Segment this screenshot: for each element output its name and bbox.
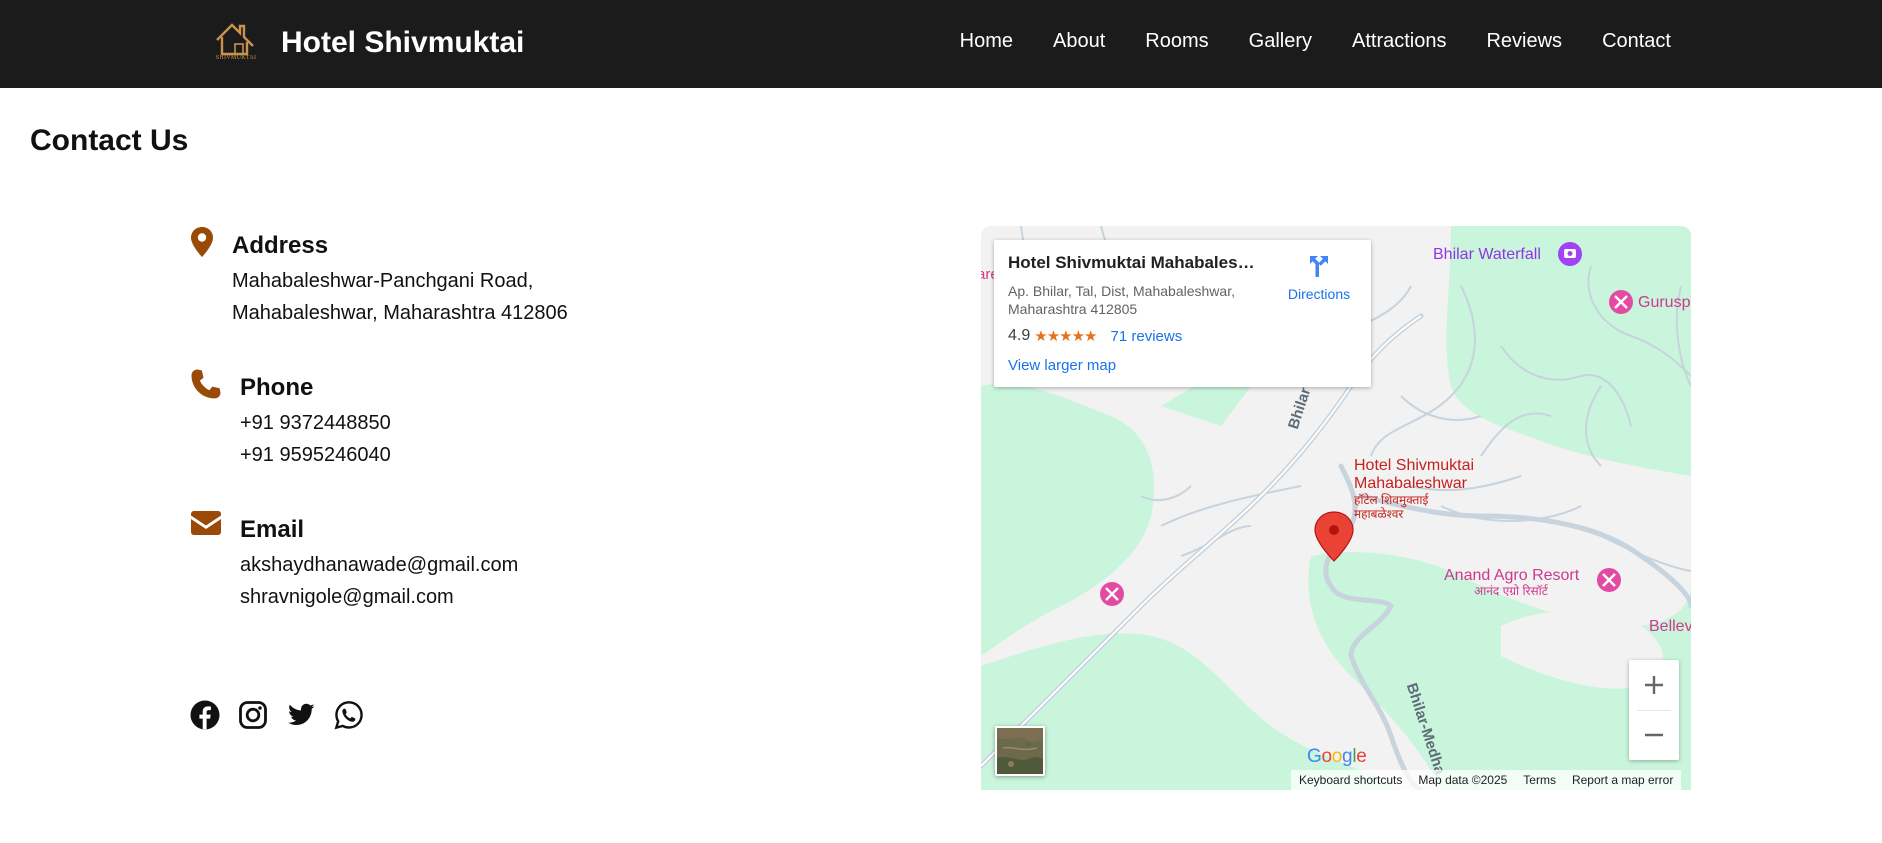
map-label-anand[interactable]: Anand Agro Resort आनंद एग्रो रिसॉर्ट (1444, 567, 1579, 598)
rating-stars: ★★★★★ (1034, 328, 1097, 345)
hotel-label-mr: हॉटेल शिवमुक्ताई (1354, 493, 1429, 507)
hotel-label-en: Hotel Shivmuktai (1354, 457, 1475, 474)
zoom-control (1629, 660, 1679, 760)
view-larger-map-link[interactable]: View larger map (1008, 357, 1116, 374)
address-title: Address (232, 232, 329, 259)
zoom-in-button[interactable] (1629, 660, 1679, 710)
nav-about[interactable]: About (1053, 30, 1105, 53)
terms-link[interactable]: Terms (1523, 773, 1556, 787)
google-map[interactable]: Bhilar Waterfall Gurusp are Bhilar Rd Bh… (981, 226, 1691, 790)
rating-value: 4.9 (1008, 327, 1031, 344)
nav-rooms[interactable]: Rooms (1145, 30, 1208, 53)
satellite-thumbnail-icon (997, 728, 1043, 774)
map-label-waterfall[interactable]: Bhilar Waterfall (1433, 246, 1541, 264)
anand-label-mr: आनंद एग्रो रिसॉर्ट (1474, 584, 1548, 598)
satellite-toggle[interactable] (995, 726, 1045, 776)
page-title: Contact Us (30, 124, 189, 157)
phone-number[interactable]: +91 9372448850 (240, 412, 391, 435)
anand-label-en: Anand Agro Resort (1444, 567, 1580, 584)
whatsapp-icon[interactable] (334, 700, 364, 730)
report-error-link[interactable]: Report a map error (1572, 773, 1673, 787)
keyboard-shortcuts-link[interactable]: Keyboard shortcuts (1299, 773, 1402, 787)
map-label-bellev[interactable]: Bellev (1649, 618, 1691, 636)
address-line: Mahabaleshwar-Panchgani Road, (232, 270, 534, 292)
zoom-out-button[interactable] (1629, 710, 1679, 760)
nav-contact[interactable]: Contact (1602, 30, 1671, 53)
directions-icon (1310, 256, 1328, 277)
place-rating: 4.9 ★★★★★ 71 reviews (1008, 327, 1182, 345)
brand[interactable]: SHIVMUKTAI Hotel Shivmuktai (213, 20, 524, 66)
email-address[interactable]: shravnigole@gmail.com (240, 586, 454, 609)
directions-button[interactable]: Directions (1279, 253, 1359, 302)
hotel-label-en: Mahabaleshwar (1354, 475, 1467, 492)
gurusp-poi-icon[interactable] (1609, 290, 1633, 314)
main-nav: Home About Rooms Gallery Attractions Rev… (960, 30, 1671, 53)
reviews-link[interactable]: 71 reviews (1111, 328, 1183, 345)
directions-label: Directions (1287, 286, 1351, 302)
phone-title: Phone (240, 374, 314, 401)
social-links (190, 700, 364, 730)
map-attribution: Keyboard shortcuts Map data ©2025 Terms … (1291, 770, 1682, 790)
map-data-text: Map data ©2025 (1418, 773, 1508, 787)
hotel-label-mr: महाबळेश्वर (1354, 507, 1404, 521)
map-label-hotel[interactable]: Hotel Shivmuktai Mahabaleshwar हॉटेल शिव… (1354, 457, 1474, 521)
brand-name: Hotel Shivmuktai (281, 26, 525, 59)
address-line: Mahabaleshwar, Maharashtra 412806 (232, 302, 568, 324)
hotel-logo: SHIVMUKTAI (213, 20, 259, 66)
instagram-icon[interactable] (238, 700, 268, 730)
envelope-icon (191, 511, 221, 535)
email-title: Email (240, 516, 305, 543)
place-name: Hotel Shivmuktai Mahabalesh... (1008, 253, 1258, 272)
plus-icon (1645, 676, 1663, 694)
site-header: SHIVMUKTAI Hotel Shivmuktai Home About R… (0, 0, 1882, 88)
logo-text: SHIVMUKTAI (215, 55, 257, 61)
waterfall-poi-icon[interactable] (1558, 242, 1582, 266)
place-address: Ap. Bhilar, Tal, Dist, Mahabaleshwar, Ma… (1008, 283, 1235, 317)
google-logo: Google (1307, 746, 1367, 767)
nav-reviews[interactable]: Reviews (1486, 30, 1562, 53)
map-label-gurusp[interactable]: Gurusp (1638, 294, 1690, 312)
house-icon (216, 23, 254, 56)
location-pin-icon (191, 227, 213, 257)
minus-icon (1645, 733, 1663, 737)
anand-poi-icon[interactable] (1597, 568, 1621, 592)
email-address[interactable]: akshaydhanawade@gmail.com (240, 554, 518, 577)
facebook-icon[interactable] (190, 700, 220, 730)
phone-number[interactable]: +91 9595246040 (240, 444, 391, 467)
restaurant-poi-icon[interactable] (1100, 582, 1124, 606)
place-info-card: Hotel Shivmuktai Mahabalesh... Ap. Bhila… (994, 240, 1371, 387)
nav-attractions[interactable]: Attractions (1352, 30, 1446, 53)
phone-icon (191, 369, 221, 399)
nav-home[interactable]: Home (960, 30, 1013, 53)
nav-gallery[interactable]: Gallery (1249, 30, 1312, 53)
twitter-icon[interactable] (286, 700, 316, 730)
